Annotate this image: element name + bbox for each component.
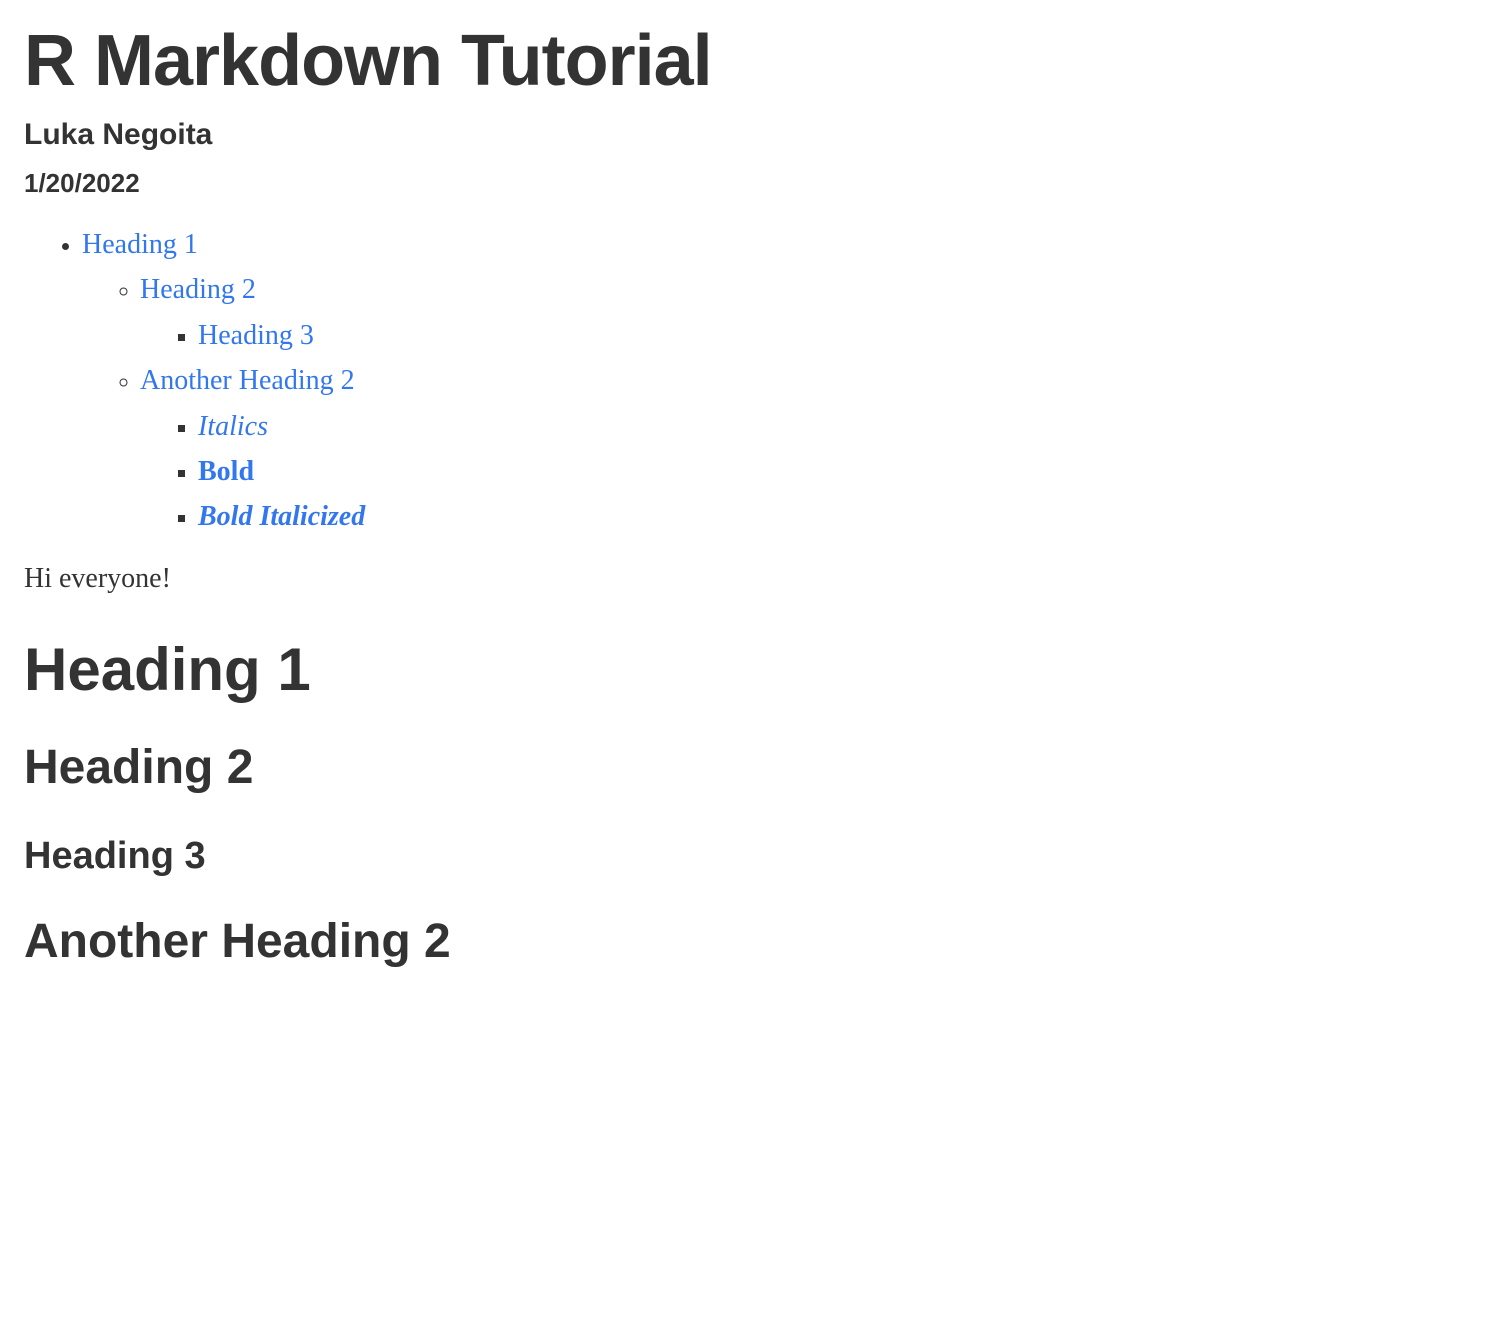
toc-item: Bold xyxy=(198,450,1462,493)
intro-paragraph: Hi everyone! xyxy=(24,563,1462,595)
document-date: 1/20/2022 xyxy=(24,168,1462,199)
toc-link-bold-italicized[interactable]: Bold Italicized xyxy=(198,501,365,532)
toc-link-bold[interactable]: Bold xyxy=(198,456,254,487)
toc-link-italics[interactable]: Italics xyxy=(198,411,268,442)
section-heading-3: Heading 3 xyxy=(24,835,1462,878)
section-another-heading-2: Another Heading 2 xyxy=(24,914,1462,969)
toc-item: Bold Italicized xyxy=(198,495,1462,538)
toc-link-heading-3[interactable]: Heading 3 xyxy=(198,320,314,351)
toc-item: Heading 1 Heading 2 Heading 3 Another He… xyxy=(82,223,1462,539)
toc-link-another-heading-2[interactable]: Another Heading 2 xyxy=(140,365,355,396)
toc-item: Heading 2 Heading 3 xyxy=(140,268,1462,357)
toc-item: Heading 3 xyxy=(198,314,1462,357)
document-title: R Markdown Tutorial xyxy=(24,20,1462,102)
toc-link-heading-2[interactable]: Heading 2 xyxy=(140,274,256,305)
section-heading-2: Heading 2 xyxy=(24,740,1462,795)
toc-item: Another Heading 2 Italics Bold Bold Ital… xyxy=(140,359,1462,539)
toc-link-heading-1[interactable]: Heading 1 xyxy=(82,229,198,260)
document-author: Luka Negoita xyxy=(24,118,1462,152)
toc-item: Italics xyxy=(198,405,1462,448)
table-of-contents: Heading 1 Heading 2 Heading 3 Another He… xyxy=(24,223,1462,539)
section-heading-1: Heading 1 xyxy=(24,635,1462,704)
